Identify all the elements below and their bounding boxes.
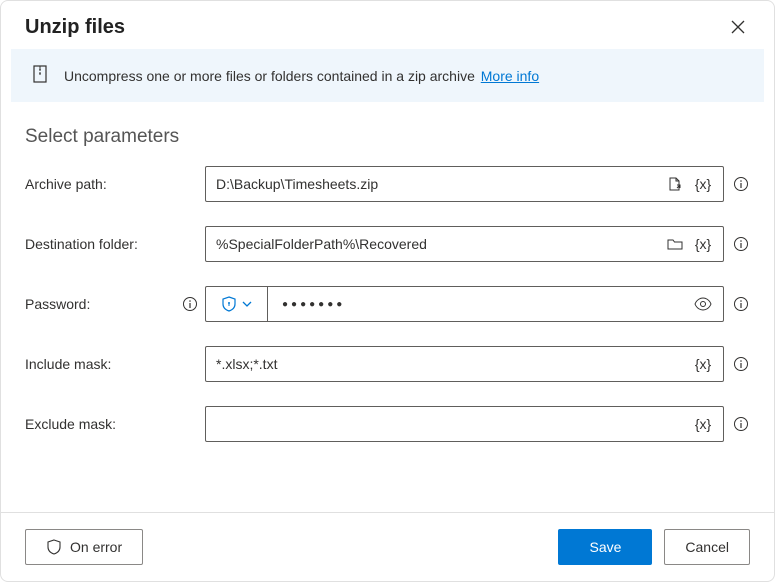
folder-picker-button[interactable] (661, 227, 689, 261)
info-icon (182, 296, 198, 312)
banner-text: Uncompress one or more files or folders … (64, 68, 539, 84)
label-destination-folder: Destination folder: (25, 236, 205, 252)
help-password-left[interactable] (181, 295, 199, 313)
section-title: Select parameters (25, 126, 750, 148)
help-include-mask[interactable] (732, 355, 750, 373)
include-mask-input[interactable]: *.xlsx;*.txt {x} (205, 346, 724, 382)
row-exclude-mask: Exclude mask: {x} (25, 406, 750, 442)
reveal-password-button[interactable] (689, 287, 717, 321)
shield-icon (221, 296, 237, 312)
file-picker-button[interactable] (661, 167, 689, 201)
label-archive-path: Archive path: (25, 176, 205, 192)
dialog-header: Unzip files (1, 1, 774, 49)
info-icon (733, 176, 749, 192)
password-input[interactable]: ●●●●●●● (268, 287, 723, 321)
on-error-label: On error (70, 539, 122, 555)
dialog-title: Unzip files (25, 16, 125, 39)
info-icon (733, 356, 749, 372)
help-destination-folder[interactable] (732, 235, 750, 253)
label-password: Password: (25, 296, 90, 312)
dialog-body: Select parameters Archive path: D:\Backu… (1, 102, 774, 512)
banner-desc: Uncompress one or more files or folders … (64, 68, 479, 84)
variable-picker-button[interactable]: {x} (689, 407, 717, 441)
dialog-footer: On error Save Cancel (1, 512, 774, 581)
row-destination-folder: Destination folder: %SpecialFolderPath%\… (25, 226, 750, 262)
row-archive-path: Archive path: D:\Backup\Timesheets.zip {… (25, 166, 750, 202)
password-field: ●●●●●●● (205, 286, 724, 322)
close-icon (730, 19, 746, 35)
on-error-button[interactable]: On error (25, 529, 143, 565)
cancel-label: Cancel (685, 539, 729, 555)
folder-icon (667, 236, 683, 252)
info-banner: Uncompress one or more files or folders … (11, 49, 764, 102)
more-info-link[interactable]: More info (481, 68, 539, 84)
eye-icon (694, 295, 712, 313)
shield-outline-icon (46, 539, 62, 555)
password-mode-dropdown[interactable] (206, 287, 268, 321)
help-exclude-mask[interactable] (732, 415, 750, 433)
password-mask: ●●●●●●● (282, 299, 689, 310)
label-include-mask: Include mask: (25, 356, 205, 372)
variable-picker-button[interactable]: {x} (689, 347, 717, 381)
destination-folder-value: %SpecialFolderPath%\Recovered (216, 236, 661, 252)
label-exclude-mask: Exclude mask: (25, 416, 205, 432)
exclude-mask-input[interactable]: {x} (205, 406, 724, 442)
archive-path-input[interactable]: D:\Backup\Timesheets.zip {x} (205, 166, 724, 202)
chevron-down-icon (241, 298, 253, 310)
help-password-right[interactable] (732, 295, 750, 313)
unzip-dialog: Unzip files Uncompress one or more files… (0, 0, 775, 582)
cancel-button[interactable]: Cancel (664, 529, 750, 565)
info-icon (733, 296, 749, 312)
include-mask-value: *.xlsx;*.txt (216, 356, 689, 372)
file-picker-icon (667, 176, 683, 192)
destination-folder-input[interactable]: %SpecialFolderPath%\Recovered {x} (205, 226, 724, 262)
save-label: Save (589, 539, 621, 555)
info-icon (733, 416, 749, 432)
row-include-mask: Include mask: *.xlsx;*.txt {x} (25, 346, 750, 382)
close-button[interactable] (726, 15, 750, 39)
row-password: Password: ●●●●●●● (25, 286, 750, 322)
save-button[interactable]: Save (558, 529, 652, 565)
info-icon (733, 236, 749, 252)
variable-picker-button[interactable]: {x} (689, 167, 717, 201)
archive-path-value: D:\Backup\Timesheets.zip (216, 176, 661, 192)
variable-picker-button[interactable]: {x} (689, 227, 717, 261)
zip-icon (30, 64, 50, 87)
help-archive-path[interactable] (732, 175, 750, 193)
